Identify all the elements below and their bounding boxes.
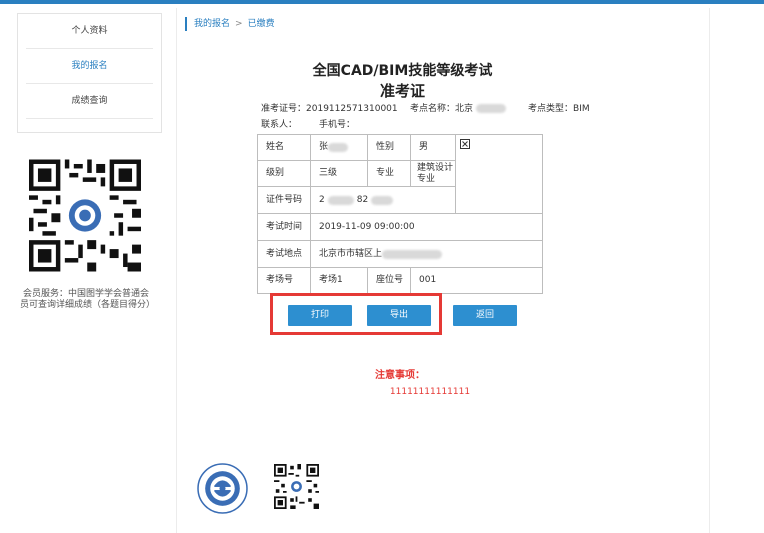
breadcrumb-item-my-registration[interactable]: 我的报名 — [194, 19, 230, 29]
notice-text: 11111111111111 — [389, 387, 471, 397]
export-button[interactable]: 导出 — [367, 305, 431, 326]
broken-image-icon — [460, 139, 470, 149]
room-value: 考场1 — [311, 268, 368, 293]
print-button[interactable]: 打印 — [288, 305, 352, 326]
level-value: 三级 — [311, 161, 368, 187]
footer-qr-code-icon — [274, 464, 319, 509]
breadcrumb: 我的报名 > 已缴费 — [185, 17, 275, 31]
exam-site-name: 考点名称：北京 — [410, 101, 506, 114]
major-label: 专业 — [368, 161, 411, 187]
gender-value: 男 — [411, 135, 456, 161]
admission-ticket-title: 准考证 — [379, 82, 425, 100]
exam-number: 准考证号：2019112571310001 — [261, 104, 398, 114]
sidebar-item-profile[interactable]: 个人资料 — [26, 14, 153, 48]
redacted-blur — [475, 104, 506, 113]
id-number-value: 2 82 — [311, 187, 456, 214]
exam-address-value: 北京市市辖区上 — [311, 241, 542, 268]
seat-value: 001 — [419, 275, 437, 285]
contact-person: 联系人： — [261, 120, 298, 130]
exam-time-label: 考试时间 — [258, 214, 311, 241]
exam-address-label: 考试地点 — [258, 241, 311, 268]
wechat-qr-code-icon — [29, 159, 141, 272]
sidebar-divider — [26, 118, 153, 119]
exam-title: 全国CAD/BIM技能等级考试 — [312, 63, 493, 79]
redacted-blur — [382, 249, 443, 259]
sidebar-item-my-registration[interactable]: 我的报名 — [26, 49, 153, 83]
notice-title: 注意事项： — [375, 370, 425, 381]
breadcrumb-separator: > — [235, 19, 243, 29]
room-label: 考场号 — [258, 268, 311, 293]
back-button[interactable]: 返回 — [453, 305, 517, 326]
seat-label: 座位号 — [368, 268, 411, 293]
exam-site-type: 考点类型：BIM — [528, 104, 590, 114]
exam-time-value: 2019-11-09 09:00:00 — [311, 214, 542, 241]
admission-ticket-table: 姓名 张 性别 男 级别 三级 专业 建筑设计专业 证件号码 2 82 考试时间 … — [257, 134, 543, 294]
phone-number: 手机号： — [319, 120, 356, 130]
breadcrumb-item-paid[interactable]: 已缴费 — [248, 19, 275, 29]
redacted-blur — [328, 143, 349, 152]
major-value: 建筑设计专业 — [411, 161, 456, 187]
sidebar-item-score-query[interactable]: 成绩查询 — [26, 84, 153, 118]
name-value: 张 — [311, 135, 368, 161]
id-number-label: 证件号码 — [258, 187, 311, 214]
member-service-note: 会员服务：中国图学学会普通会员可查询详细成绩（各题目得分） — [20, 289, 156, 310]
redacted-blur — [327, 195, 354, 205]
sidebar-menu: 个人资料 我的报名 成绩查询 — [17, 13, 162, 133]
china-graphics-society-logo-icon — [197, 463, 248, 514]
level-label: 级别 — [258, 161, 311, 187]
redacted-blur — [371, 195, 394, 205]
name-label: 姓名 — [258, 135, 311, 161]
gender-label: 性别 — [368, 135, 411, 161]
top-accent-bar — [0, 0, 764, 4]
